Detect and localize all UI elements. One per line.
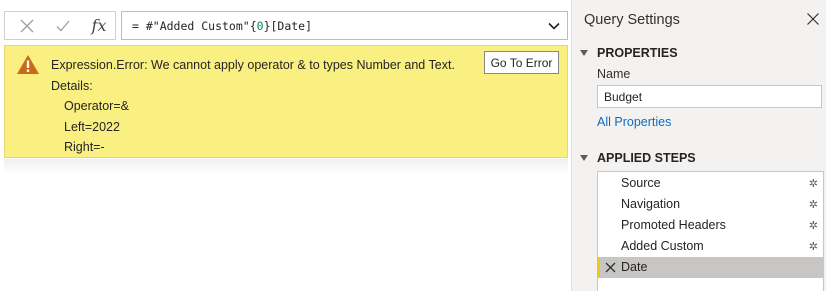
- gear-icon[interactable]: ✲: [809, 177, 818, 190]
- step-label: Added Custom: [621, 239, 704, 253]
- gear-icon[interactable]: ✲: [809, 198, 818, 211]
- commit-formula-button[interactable]: [45, 12, 81, 39]
- warning-icon: [17, 55, 39, 74]
- collapse-triangle-icon: [580, 50, 588, 56]
- formula-text: = #"Added Custom"{0}[Date]: [132, 19, 313, 33]
- gear-icon[interactable]: ✲: [809, 219, 818, 232]
- detail-left: Left=2022: [64, 119, 120, 134]
- step-label: Navigation: [621, 197, 681, 211]
- details-label: Details:: [51, 78, 93, 93]
- fx-label: fx: [91, 16, 107, 35]
- selected-marker: [597, 257, 600, 278]
- step-date[interactable]: Date: [597, 257, 823, 278]
- formula-input[interactable]: = #"Added Custom"{0}[Date]: [121, 11, 568, 40]
- go-to-error-button[interactable]: Go To Error: [484, 51, 559, 74]
- properties-header[interactable]: PROPERTIES: [580, 46, 678, 60]
- applied-steps-header[interactable]: APPLIED STEPS: [580, 151, 696, 165]
- delete-step-icon[interactable]: [605, 262, 616, 273]
- cancel-formula-button[interactable]: [9, 12, 45, 39]
- editor-area: fx = #"Added Custom"{0}[Date] Expression…: [0, 0, 571, 291]
- query-settings-title: Query Settings: [584, 12, 680, 28]
- collapse-triangle-icon: [580, 155, 588, 161]
- panel-shadow: [4, 159, 568, 173]
- formula-bar: fx = #"Added Custom"{0}[Date]: [4, 11, 568, 40]
- error-text: Expression.Error: We cannot apply operat…: [51, 55, 455, 158]
- step-label: Source: [621, 176, 661, 190]
- step-navigation[interactable]: Navigation ✲: [598, 194, 823, 215]
- all-properties-link[interactable]: All Properties: [597, 115, 671, 129]
- applied-steps-list: Source ✲ Navigation ✲ Promoted Headers ✲…: [597, 171, 824, 291]
- query-settings-pane: Query Settings PROPERTIES Name Budget Al…: [571, 0, 826, 291]
- close-icon[interactable]: [806, 12, 820, 26]
- error-message: Expression.Error: We cannot apply operat…: [51, 58, 455, 72]
- detail-operator: Operator=&: [64, 99, 129, 113]
- close-icon: [20, 19, 34, 32]
- step-added-custom[interactable]: Added Custom ✲: [598, 236, 823, 257]
- checkmark-icon: [56, 20, 70, 31]
- name-label: Name: [597, 67, 631, 81]
- step-label: Date: [621, 260, 648, 274]
- step-promoted-headers[interactable]: Promoted Headers ✲: [598, 215, 823, 236]
- insert-function-button[interactable]: fx: [81, 12, 117, 39]
- step-label: Promoted Headers: [621, 218, 726, 232]
- error-panel: Expression.Error: We cannot apply operat…: [4, 45, 568, 158]
- formula-buttons: fx: [4, 11, 116, 40]
- detail-right: Right=-: [64, 140, 105, 154]
- step-source[interactable]: Source ✲: [598, 173, 823, 194]
- gear-icon[interactable]: ✲: [809, 240, 818, 253]
- name-field[interactable]: Budget: [597, 85, 822, 108]
- chevron-down-icon[interactable]: [547, 20, 561, 32]
